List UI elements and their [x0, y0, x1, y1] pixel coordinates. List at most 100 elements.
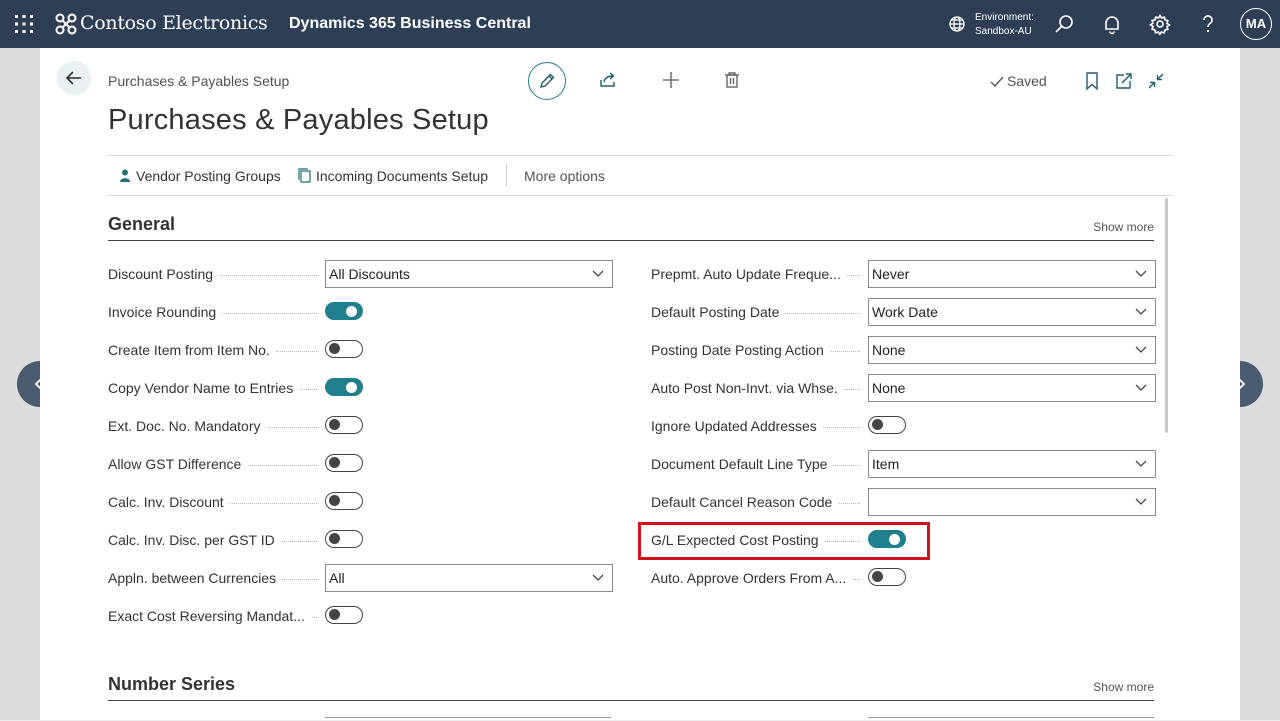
auto-post-non-invt-via-whse-dropdown[interactable]: None	[868, 374, 1156, 402]
back-button[interactable]	[57, 61, 91, 95]
field-document-default-line-type: Document Default Line Type Item	[651, 450, 1156, 478]
field-label: Calc. Inv. Discount	[108, 494, 230, 510]
dropdown-value: Work Date	[872, 304, 938, 320]
field-label: Exact Cost Reversing Mandat...	[108, 608, 311, 624]
posting-date-posting-action-dropdown[interactable]: None	[868, 336, 1156, 364]
toggle-knob	[329, 419, 340, 430]
bell-icon[interactable]	[1101, 13, 1123, 35]
field-auto-approve-orders-from-a: Auto. Approve Orders From A...	[651, 564, 1154, 592]
incoming-documents-setup-action[interactable]: Incoming Documents Setup	[298, 168, 488, 184]
field-label: Default Cancel Reason Code	[651, 494, 839, 510]
number-series-section-header: Number Series Show more	[108, 672, 1154, 701]
next-field-edge	[325, 717, 611, 721]
field-default-posting-date: Default Posting Date Work Date	[651, 298, 1156, 326]
environment-value[interactable]: Sandbox-AU	[975, 25, 1032, 39]
chevron-down-icon	[1135, 384, 1147, 391]
toggle-knob	[346, 381, 357, 393]
discount-posting-dropdown[interactable]: All Discounts	[325, 260, 613, 288]
field-discount-posting: Discount Posting All Discounts	[108, 260, 613, 288]
field-label: Appln. between Currencies	[108, 570, 283, 586]
ext-doc-no-mandatory-toggle[interactable]	[325, 416, 363, 434]
person-icon	[120, 169, 130, 182]
field-label: Copy Vendor Name to Entries	[108, 380, 300, 396]
toggle-knob	[329, 457, 340, 468]
action-bar-divider	[506, 164, 507, 186]
default-cancel-reason-code-dropdown[interactable]	[868, 488, 1156, 516]
next-field-edge	[868, 717, 1154, 721]
field-appln-between-currencies: Appln. between Currencies All	[108, 564, 613, 592]
field-label: Posting Date Posting Action	[651, 342, 830, 358]
invoice-rounding-toggle[interactable]	[325, 302, 363, 320]
allow-gst-difference-toggle[interactable]	[325, 454, 363, 472]
chevron-down-icon	[592, 574, 604, 581]
dropdown-value: None	[872, 342, 906, 358]
create-item-from-item-no-toggle[interactable]	[325, 340, 363, 358]
toggle-knob	[329, 533, 340, 544]
field-calc-inv-discount: Calc. Inv. Discount	[108, 488, 611, 516]
number-series-section-title[interactable]: Number Series	[108, 674, 235, 695]
incoming-documents-setup-label: Incoming Documents Setup	[316, 168, 488, 184]
chevron-down-icon	[1135, 270, 1147, 277]
contoso-logo-icon	[55, 13, 77, 35]
field-default-cancel-reason-code: Default Cancel Reason Code	[651, 488, 1156, 516]
prepmt-auto-update-freque-dropdown[interactable]: Never	[868, 260, 1156, 288]
share-icon[interactable]	[599, 71, 617, 89]
general-section-title[interactable]: General	[108, 214, 175, 235]
field-label: Invoice Rounding	[108, 304, 223, 320]
saved-status: Saved	[990, 73, 1047, 89]
ignore-updated-addresses-toggle[interactable]	[868, 416, 906, 434]
field-label: Default Posting Date	[651, 304, 786, 320]
dropdown-value: All Discounts	[329, 266, 410, 282]
calc-inv-discount-toggle[interactable]	[325, 492, 363, 510]
field-label: Ignore Updated Addresses	[651, 418, 823, 434]
search-icon[interactable]	[1053, 13, 1075, 35]
help-icon[interactable]	[1197, 13, 1219, 35]
field-posting-date-posting-action: Posting Date Posting Action None	[651, 336, 1156, 364]
document-default-line-type-dropdown[interactable]: Item	[868, 450, 1156, 478]
dropdown-value: All	[329, 570, 345, 586]
field-ext-doc-no-mandatory: Ext. Doc. No. Mandatory	[108, 412, 611, 440]
appln-between-currencies-dropdown[interactable]: All	[325, 564, 613, 592]
field-label: Ext. Doc. No. Mandatory	[108, 418, 267, 434]
field-label: Document Default Line Type	[651, 456, 834, 472]
edit-button[interactable]	[528, 62, 566, 100]
toggle-knob	[872, 571, 883, 582]
vertical-scrollbar[interactable]	[1165, 198, 1168, 433]
app-top-bar: Contoso Electronics Dynamics 365 Busines…	[0, 0, 1280, 48]
back-arrow-icon	[65, 71, 81, 85]
waffle-icon[interactable]	[14, 14, 34, 34]
bookmark-icon[interactable]	[1083, 72, 1101, 90]
product-name[interactable]: Dynamics 365 Business Central	[289, 15, 531, 33]
field-label: Auto Post Non-Invt. via Whse.	[651, 380, 844, 396]
open-in-new-window-icon[interactable]	[1115, 72, 1133, 90]
trash-icon[interactable]	[723, 71, 741, 89]
calc-inv-disc-per-gst-id-toggle[interactable]	[325, 530, 363, 548]
field-allow-gst-difference: Allow GST Difference	[108, 450, 611, 478]
field-prepmt-auto-update-freque: Prepmt. Auto Update Freque... Never	[651, 260, 1156, 288]
more-options-button[interactable]: More options	[524, 168, 605, 184]
general-show-more-link[interactable]: Show more	[1093, 220, 1154, 234]
chevron-down-icon	[1135, 498, 1147, 505]
breadcrumb: Purchases & Payables Setup	[108, 73, 290, 89]
field-label: Allow GST Difference	[108, 456, 248, 472]
copy-vendor-name-to-entries-toggle[interactable]	[325, 378, 363, 396]
saved-label: Saved	[1007, 73, 1047, 89]
vendor-posting-groups-label: Vendor Posting Groups	[136, 168, 281, 184]
chevron-down-icon	[592, 270, 604, 277]
plus-icon[interactable]	[662, 71, 680, 89]
toggle-knob	[329, 343, 340, 354]
number-series-show-more-link[interactable]: Show more	[1093, 680, 1154, 694]
field-label: Calc. Inv. Disc. per GST ID	[108, 532, 281, 548]
vendor-posting-groups-action[interactable]: Vendor Posting Groups	[119, 168, 281, 184]
exact-cost-reversing-mandat-toggle[interactable]	[325, 606, 363, 624]
default-posting-date-dropdown[interactable]: Work Date	[868, 298, 1156, 326]
field-label: Prepmt. Auto Update Freque...	[651, 266, 847, 282]
auto-approve-orders-from-a-toggle[interactable]	[868, 568, 906, 586]
collapse-icon[interactable]	[1147, 72, 1165, 90]
highlight-box	[638, 522, 930, 560]
toggle-knob	[346, 305, 357, 317]
avatar[interactable]: MA	[1240, 8, 1272, 40]
field-calc-inv-disc-per-gst-id: Calc. Inv. Disc. per GST ID	[108, 526, 611, 554]
gear-icon[interactable]	[1149, 13, 1171, 35]
brand-name[interactable]: Contoso Electronics	[80, 12, 268, 34]
